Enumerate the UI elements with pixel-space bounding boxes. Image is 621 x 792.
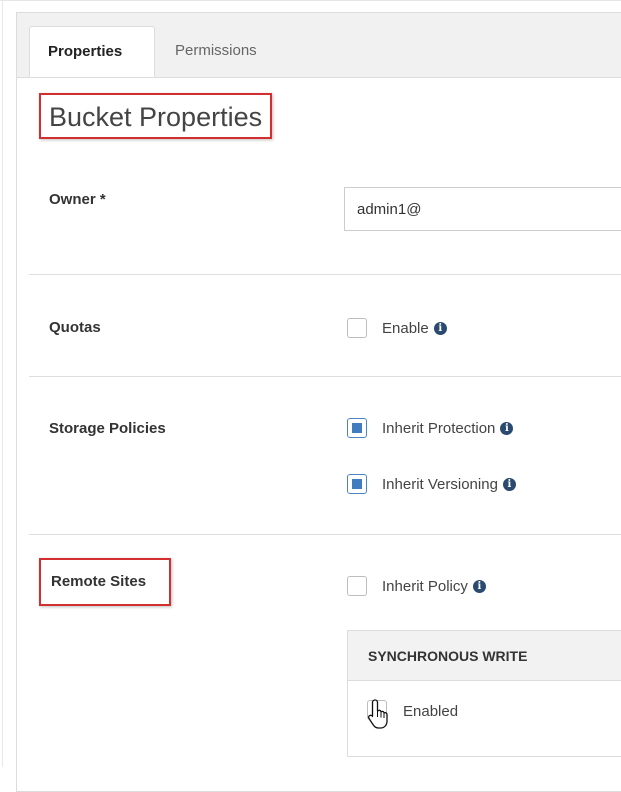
inherit-policy-label: Inherit Policy [382,577,468,595]
sync-write-enabled-label: Enabled [403,703,459,720]
top-border [0,0,621,1]
info-icon[interactable]: i [502,477,516,491]
divider [29,274,621,275]
inherit-versioning-label: Inherit Versioning [382,475,498,493]
tab-bar: Properties Permissions [17,13,621,78]
owner-input[interactable] [344,187,621,231]
inherit-versioning-checkbox[interactable] [347,474,367,494]
bucket-properties-panel: Properties Permissions Bucket Properties… [16,12,621,792]
inherit-protection-checkbox[interactable] [347,418,367,438]
quotas-enable-checkbox[interactable] [347,318,367,338]
page-title: Bucket Properties [39,93,273,139]
remote-sites-label: Remote Sites [39,558,171,606]
tab-properties[interactable]: Properties [29,26,155,77]
synchronous-write-header: SYNCHRONOUS WRITE [348,631,621,681]
divider [29,534,621,535]
info-icon[interactable]: i [472,579,486,593]
inherit-protection-option[interactable]: Inherit Protection i [347,415,514,441]
synchronous-write-body: Enabled [348,681,621,757]
quotas-label: Quotas [49,319,101,336]
quotas-enable-option[interactable]: Enable i [347,315,447,341]
inherit-protection-label: Inherit Protection [382,419,496,437]
inherit-policy-checkbox[interactable] [347,576,367,596]
storage-policies-label: Storage Policies [49,420,166,437]
left-border [2,0,3,767]
synchronous-write-panel: SYNCHRONOUS WRITE Enabled [347,630,621,757]
divider [29,376,621,377]
inherit-policy-option[interactable]: Inherit Policy i [347,573,486,599]
info-icon[interactable]: i [433,321,447,335]
tab-permissions[interactable]: Permissions [157,26,275,77]
hand-pointer-icon [367,699,388,729]
quotas-enable-label: Enable [382,319,429,337]
info-icon[interactable]: i [500,421,514,435]
inherit-versioning-option[interactable]: Inherit Versioning i [347,471,516,497]
owner-label: Owner * [49,191,106,208]
